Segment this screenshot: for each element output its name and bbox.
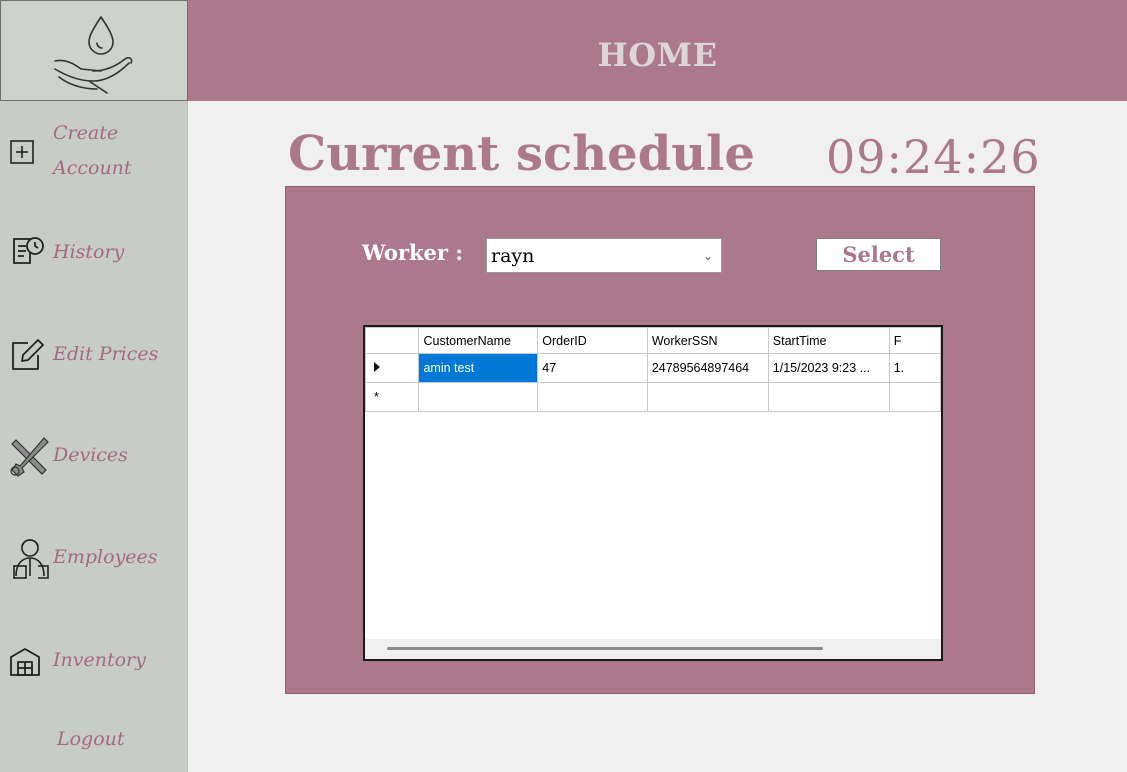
sidebar-item-history[interactable]: History	[0, 225, 188, 285]
employee-icon	[13, 539, 49, 579]
column-header[interactable]: StartTime	[767, 327, 890, 354]
table-header-row: CustomerName OrderID WorkerSSN StartTime…	[365, 327, 941, 354]
sidebar: Create Account History Edit Prices Devic…	[0, 0, 188, 772]
plus-square-icon	[10, 140, 34, 164]
table-row[interactable]: amin test 47 24789564897464 1/15/2023 9:…	[365, 353, 941, 383]
edit-square-icon	[12, 339, 44, 370]
water-drop-hand-icon	[54, 16, 133, 94]
warehouse-icon	[10, 648, 40, 676]
tools-icon	[10, 437, 49, 477]
worker-select-value: rayn	[491, 245, 535, 267]
sidebar-item-label: Inventory	[53, 649, 146, 671]
logout-label: Logout	[57, 728, 125, 750]
page-title: Current schedule	[288, 126, 755, 182]
table-new-row[interactable]: *	[365, 382, 941, 412]
table-cell[interactable]	[767, 382, 890, 412]
table-cell[interactable]: 24789564897464	[646, 353, 769, 383]
column-header[interactable]: OrderID	[537, 327, 648, 354]
table-cell[interactable]: 1/15/2023 9:23 ...	[767, 353, 890, 383]
header: HOME	[188, 0, 1127, 101]
chevron-down-icon: ⌄	[702, 249, 713, 263]
worker-select[interactable]: rayn ⌄	[486, 238, 722, 273]
logo	[0, 0, 188, 101]
column-header[interactable]: WorkerSSN	[646, 327, 769, 354]
select-button[interactable]: Select	[816, 238, 941, 271]
sidebar-item-edit-prices[interactable]: Edit Prices	[0, 327, 188, 387]
column-header[interactable]: F	[888, 327, 941, 354]
sidebar-item-label: Create	[53, 122, 119, 144]
schedule-table: CustomerName OrderID WorkerSSN StartTime…	[365, 327, 941, 412]
schedule-grid[interactable]: CustomerName OrderID WorkerSSN StartTime…	[363, 325, 943, 661]
header-title: HOME	[597, 36, 718, 74]
new-row-marker[interactable]: *	[365, 382, 420, 412]
logout-button[interactable]: Logout	[0, 712, 188, 772]
sidebar-item-inventory[interactable]: Inventory	[0, 633, 188, 693]
current-row-icon	[374, 362, 380, 372]
sidebar-item-create-account[interactable]: Create Account	[0, 122, 188, 182]
clock: 09:24:26	[826, 130, 1041, 184]
horizontal-scrollbar[interactable]	[365, 639, 941, 659]
sidebar-item-label: Employees	[53, 546, 158, 568]
worker-label: Worker :	[362, 240, 463, 265]
table-cell[interactable]: amin test	[418, 353, 539, 383]
column-header[interactable]: CustomerName	[418, 327, 539, 354]
scrollbar-thumb[interactable]	[387, 647, 823, 650]
clipboard-clock-icon	[13, 237, 44, 264]
sidebar-item-employees[interactable]: Employees	[0, 530, 188, 590]
table-cell[interactable]	[646, 382, 769, 412]
table-cell[interactable]	[888, 382, 941, 412]
sidebar-item-label: History	[53, 241, 125, 263]
row-header[interactable]	[365, 353, 420, 383]
row-header-corner	[365, 327, 420, 354]
sidebar-item-label: Account	[53, 157, 132, 179]
table-cell[interactable]	[418, 382, 539, 412]
table-cell[interactable]: 1.	[888, 353, 941, 383]
sidebar-item-devices[interactable]: Devices	[0, 428, 188, 488]
table-cell[interactable]	[537, 382, 648, 412]
sidebar-item-label: Devices	[53, 444, 128, 466]
sidebar-item-label: Edit Prices	[53, 343, 159, 365]
table-cell[interactable]: 47	[537, 353, 648, 383]
